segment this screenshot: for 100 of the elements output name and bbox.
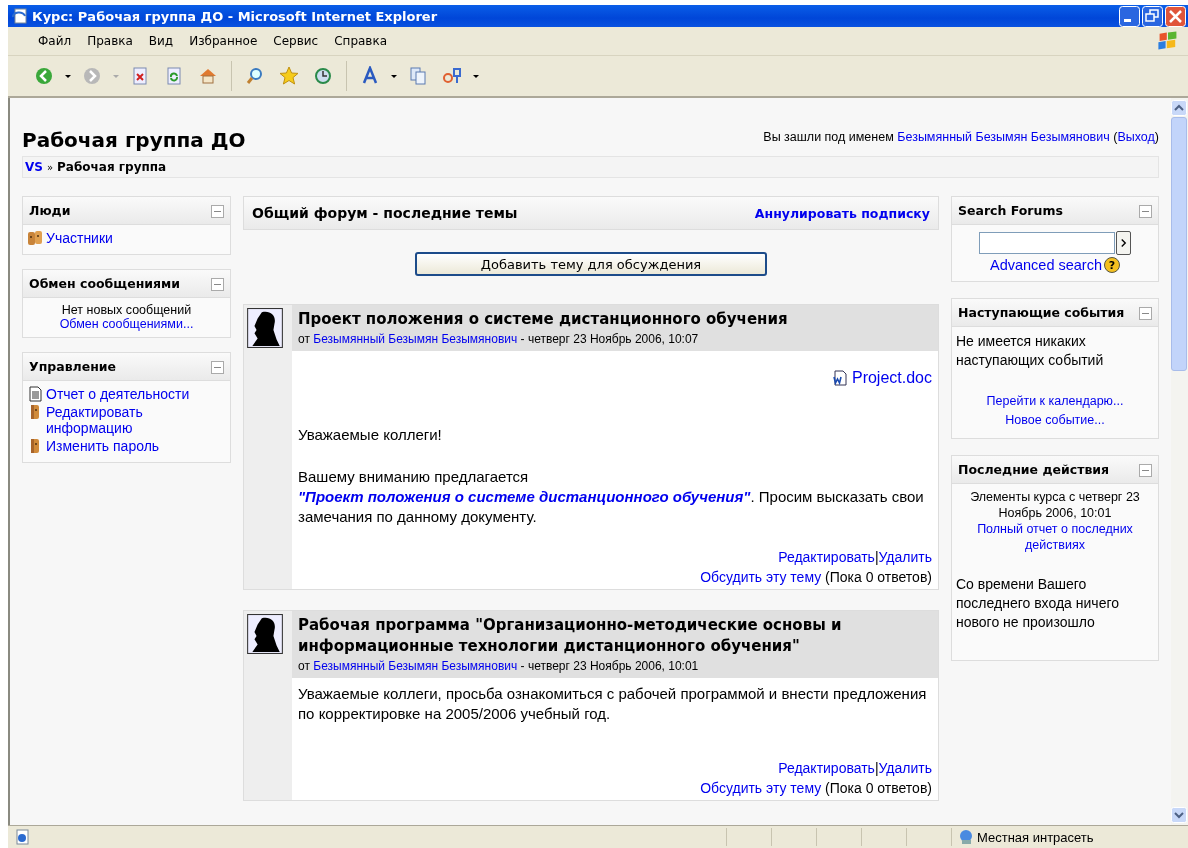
collapse-icon[interactable] — [1139, 307, 1152, 320]
delete-link[interactable]: Удалить — [878, 549, 932, 565]
discuss-link[interactable]: Обсудить эту тему — [700, 780, 822, 796]
back-icon[interactable] — [34, 66, 54, 86]
sidebar-link[interactable]: Обмен сообщениями... — [59, 317, 194, 331]
stop-icon[interactable] — [130, 66, 150, 86]
window-title: Курс: Рабочая группа ДО - Microsoft Internet Explorer — [32, 8, 439, 24]
block-title: Люди — [29, 203, 71, 218]
forward-icon[interactable] — [82, 66, 102, 86]
document-icon — [831, 370, 848, 386]
star-icon[interactable] — [279, 66, 299, 86]
menu-item[interactable]: Избранное — [181, 32, 266, 50]
home-icon[interactable] — [198, 66, 218, 86]
dropdown-arrow-icon[interactable] — [390, 72, 398, 80]
post-date: - четверг 23 Ноябрь 2006, 10:01 — [520, 659, 699, 673]
dropdown-arrow-icon[interactable] — [472, 72, 480, 80]
vertical-scrollbar[interactable] — [1171, 98, 1188, 825]
block-title: Наступающие события — [958, 305, 1125, 320]
home-link[interactable]: VS — [25, 160, 43, 174]
menu-item[interactable]: Сервис — [265, 32, 327, 50]
page-heading: Рабочая группа ДО — [22, 128, 246, 152]
menu-item[interactable]: Правка — [79, 32, 141, 50]
search-go-button[interactable] — [1116, 231, 1131, 255]
post-subject: Проект положения о системе дистанционного обучения — [298, 309, 789, 330]
close-icon[interactable] — [1165, 5, 1186, 27]
author-link[interactable]: Безымянный Безымян Безымянович — [313, 332, 518, 346]
activity-report-link[interactable]: Полный отчет о последних действиях — [956, 521, 1154, 553]
collapse-icon[interactable] — [1139, 205, 1152, 218]
avatar-silhouette-icon — [247, 614, 283, 654]
translate-icon[interactable] — [442, 66, 462, 86]
link-separator: | — [874, 760, 879, 776]
scroll-thumb[interactable] — [1171, 117, 1187, 371]
dropdown-arrow-icon[interactable] — [64, 72, 72, 80]
block-title: Последние действия — [958, 462, 1110, 477]
font-size-icon[interactable] — [360, 66, 380, 86]
discuss-link[interactable]: Обсудить эту тему — [700, 569, 822, 585]
forum-title: Общий форум - последние темы — [252, 205, 518, 221]
page-icon — [14, 829, 30, 845]
refresh-icon[interactable] — [164, 66, 184, 86]
chevron-right-icon — [1120, 238, 1127, 248]
sidebar-link[interactable]: Участники — [46, 230, 113, 246]
edit-link[interactable]: Редактировать — [778, 549, 875, 565]
collapse-icon[interactable] — [211, 205, 224, 218]
menu-item[interactable]: Справка — [326, 32, 396, 50]
parenthesis-text: ( — [1113, 130, 1118, 144]
post-paragraph: Уважаемые коллеги, просьба ознакомиться с рабочей программой и внести предложения по корректировке на 2005/2006 учебный год. — [298, 684, 928, 724]
unsubscribe-link[interactable]: Аннулировать подписку — [754, 205, 930, 221]
menu-item[interactable]: Файл — [30, 32, 80, 50]
copy-icon[interactable] — [408, 66, 428, 86]
events-link[interactable]: Новое событие... — [1005, 411, 1105, 430]
sidebar-link[interactable]: Редактировать информацию — [46, 404, 226, 436]
advanced-search-link[interactable]: Advanced search — [989, 257, 1102, 273]
block-title: Управление — [29, 359, 117, 374]
delete-link[interactable]: Удалить — [878, 760, 932, 776]
document-link[interactable]: "Проект положения о системе дистанционного обучения" — [298, 488, 751, 505]
activity-since-text: Элементы курса с четверг 23 Ноябрь 2006, 10:01 — [969, 489, 1141, 521]
sidebar-link[interactable]: Изменить пароль — [46, 438, 160, 454]
scroll-up-icon[interactable] — [1171, 100, 1187, 116]
collapse-icon[interactable] — [1139, 464, 1152, 477]
help-icon[interactable]: ? — [1104, 257, 1120, 273]
collapse-icon[interactable] — [211, 361, 224, 374]
post-paragraph: Уважаемые коллеги! — [298, 425, 443, 445]
block-title: Search Forums — [958, 203, 1063, 218]
search-field[interactable] — [979, 232, 1115, 254]
search-icon[interactable] — [245, 66, 265, 86]
breadcrumb-separator: » — [46, 161, 54, 173]
replies-count: (Пока 0 ответов) — [825, 569, 932, 585]
network-icon — [958, 829, 974, 845]
breadcrumb-current: Рабочая группа — [57, 160, 167, 174]
block-title: Обмен сообщениями — [29, 276, 181, 291]
minimize-icon[interactable] — [1119, 5, 1140, 27]
events-text: Не имеется никаких наступающих событий — [956, 332, 1105, 370]
edit-link[interactable]: Редактировать — [778, 760, 875, 776]
scroll-down-icon[interactable] — [1171, 807, 1187, 823]
link-separator: | — [874, 549, 879, 565]
login-text: Вы зашли под именем — [763, 130, 894, 144]
user-link[interactable]: Безымянный Безымян Безымянович — [897, 130, 1110, 144]
collapse-icon[interactable] — [211, 278, 224, 291]
report-icon — [27, 386, 43, 402]
menu-item[interactable]: Вид — [140, 32, 182, 50]
by-text: от — [298, 332, 310, 346]
activity-text: Со времени Вашего последнего входа ничего нового не произошло — [956, 575, 1120, 632]
events-link[interactable]: Перейти к календарю... — [986, 392, 1124, 411]
post-paragraph: Вашему вниманию предлагается "Проект положения о системе дистанционного обучения". Просим высказать свои замечания по данному документу. — [298, 467, 925, 527]
zone-text: Местная интрасеть — [977, 829, 1094, 845]
logout-link[interactable]: Выход — [1117, 130, 1155, 144]
avatar-silhouette-icon — [247, 308, 283, 348]
history-icon[interactable] — [313, 66, 333, 86]
restore-icon[interactable] — [1142, 5, 1163, 27]
sidebar-text: Нет новых сообщений — [60, 303, 193, 317]
sidebar-link[interactable]: Отчет о деятельности — [46, 386, 190, 402]
parenthesis-text: ) — [1154, 130, 1159, 144]
replies-count: (Пока 0 ответов) — [825, 780, 932, 796]
people-icon — [27, 230, 43, 246]
page-icon — [12, 8, 28, 24]
author-link[interactable]: Безымянный Безымян Безымянович — [313, 659, 518, 673]
post-subject: Рабочая программа "Организационно-методические основы и информационные технологии дистанционного обучения" — [298, 615, 843, 657]
attachment-link[interactable]: Project.doc — [851, 369, 932, 387]
add-topic-button[interactable]: Добавить тему для обсуждения — [415, 252, 767, 276]
by-text: от — [298, 659, 310, 673]
